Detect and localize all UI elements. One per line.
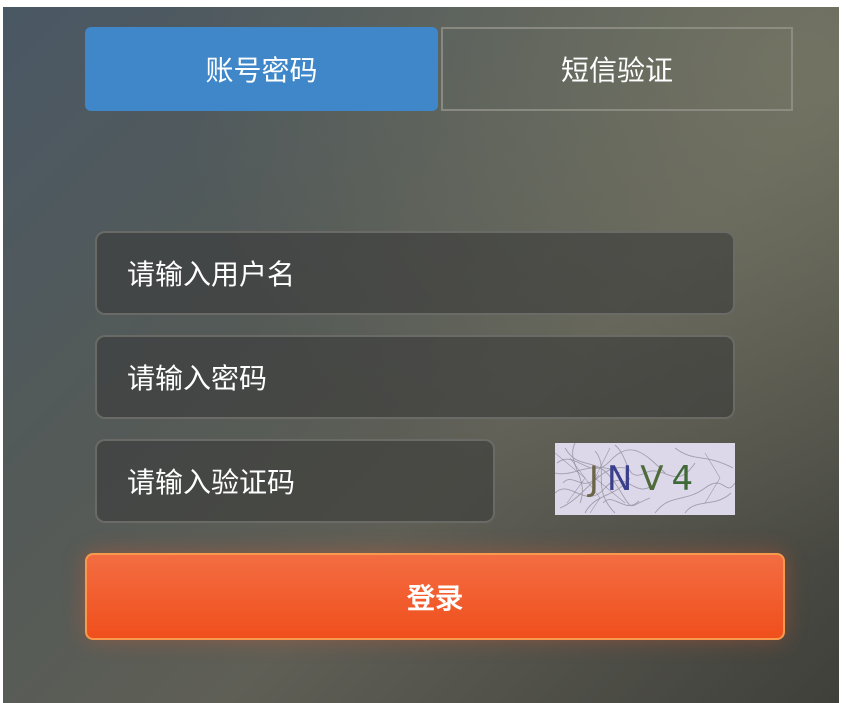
tab-sms-verification[interactable]: 短信验证	[441, 27, 793, 111]
captcha-text: J N V 4	[555, 443, 735, 515]
captcha-image[interactable]: J N V 4	[555, 443, 735, 515]
login-button[interactable]: 登录	[85, 553, 785, 640]
captcha-char-1: J	[588, 459, 607, 499]
captcha-placeholder: 请输入验证码	[127, 466, 296, 499]
tab-account-password[interactable]: 账号密码	[85, 27, 438, 111]
login-panel: 账号密码 短信验证 请输入用户名 请输入密码 请输入验证码 J N V 4 登录	[3, 7, 839, 703]
username-placeholder: 请输入用户名	[127, 258, 296, 291]
captcha-field[interactable]: 请输入验证码	[95, 439, 495, 523]
password-field[interactable]: 请输入密码	[95, 335, 735, 419]
username-field[interactable]: 请输入用户名	[95, 231, 735, 315]
login-tabs: 账号密码 短信验证	[85, 27, 793, 111]
captcha-char-2: N	[606, 459, 641, 499]
captcha-char-3: V	[640, 459, 672, 499]
captcha-char-4: 4	[671, 459, 702, 499]
password-placeholder: 请输入密码	[127, 362, 268, 395]
top-strip	[0, 0, 846, 7]
